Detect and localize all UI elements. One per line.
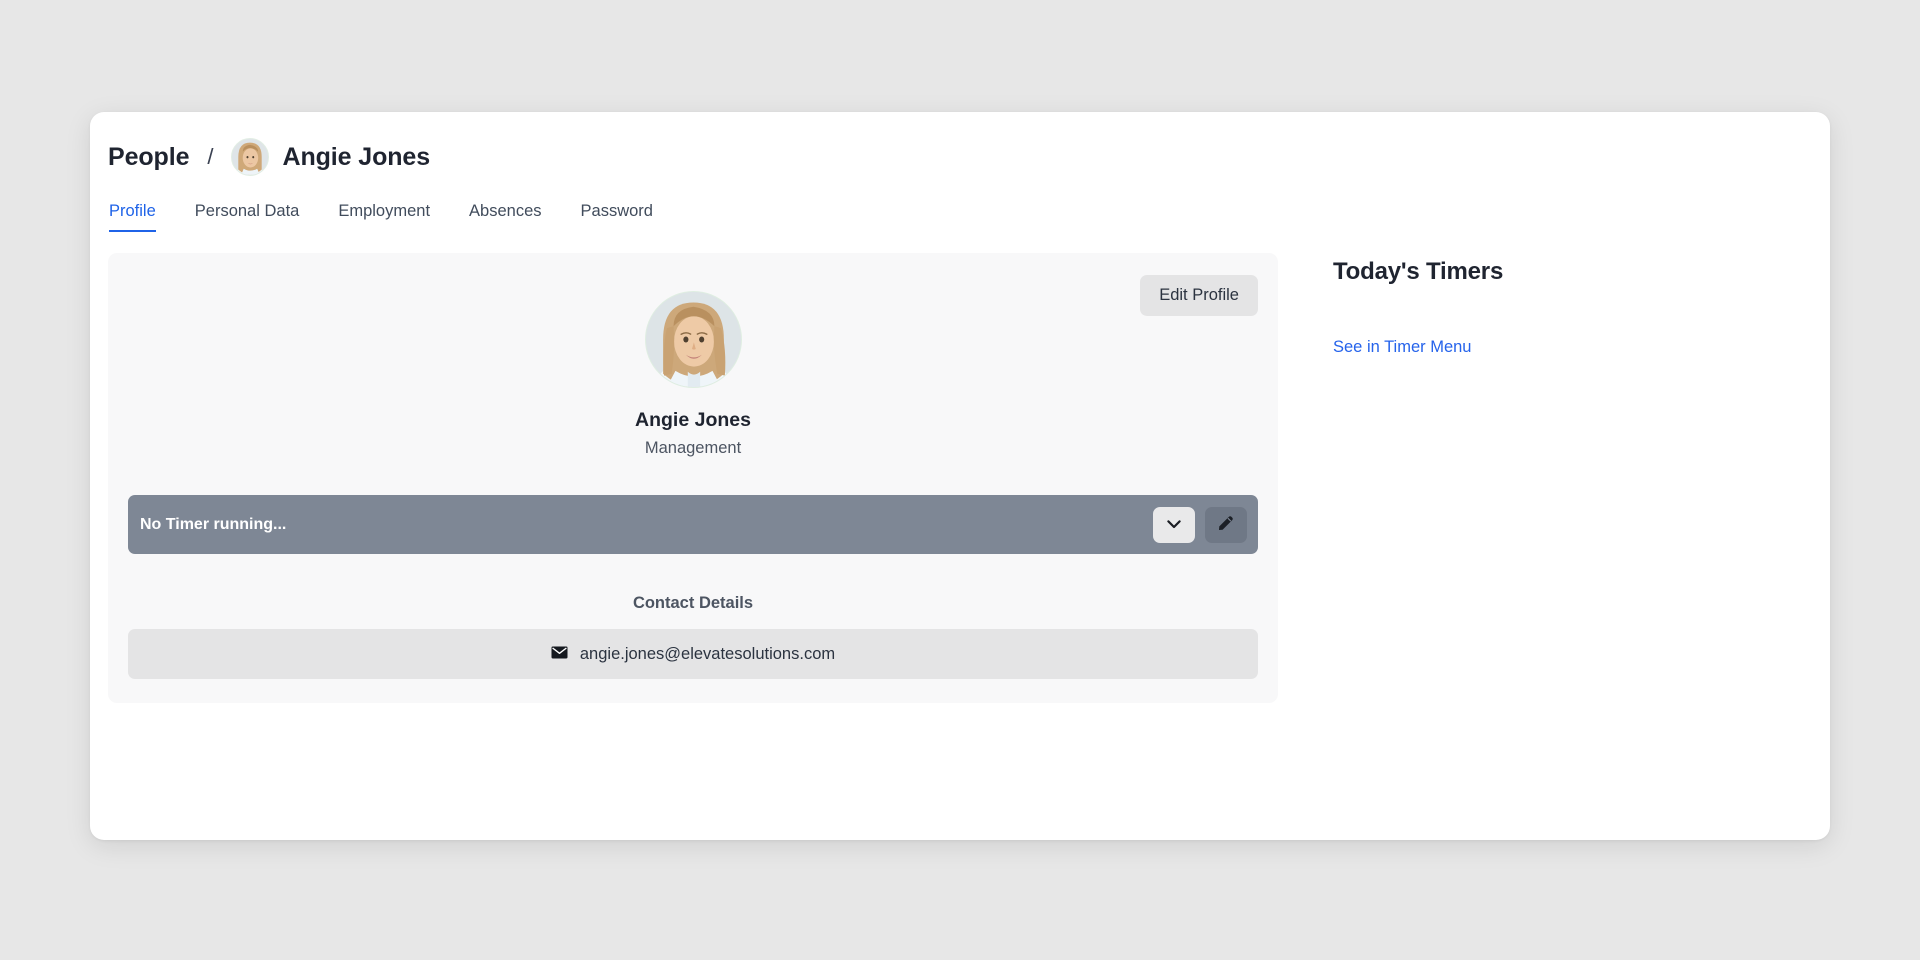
profile-avatar [644,291,742,388]
timer-actions [1153,506,1247,543]
breadcrumb-avatar [230,138,269,176]
content-area: Edit Profile Angie Jones Management No T… [90,232,1830,703]
envelope-icon [551,646,568,662]
application-window: People / Angie Jones Profile Personal Da… [90,112,1830,840]
profile-identity: Angie Jones Management [128,275,1258,458]
tab-personal-data[interactable]: Personal Data [195,202,300,232]
edit-profile-button[interactable]: Edit Profile [1140,275,1258,316]
timer-bar: No Timer running... [128,495,1258,554]
profile-name: Angie Jones [635,409,751,431]
tab-employment[interactable]: Employment [338,202,430,232]
tab-password[interactable]: Password [581,202,653,232]
breadcrumb-separator: / [207,144,214,169]
contact-details-heading: Contact Details [632,594,754,612]
profile-role: Management [644,439,742,457]
timer-expand-button[interactable] [1153,506,1195,543]
todays-timers-panel: Today's Timers See in Timer Menu [1278,253,1578,357]
contact-email-text: angie.jones@elevatesolutions.com [579,644,836,663]
tab-profile[interactable]: Profile [109,202,156,232]
breadcrumb: People / Angie Jones [90,112,1830,176]
todays-timers-title: Today's Timers [1333,258,1504,285]
tab-absences[interactable]: Absences [469,202,541,232]
contact-email-row[interactable]: angie.jones@elevatesolutions.com [128,629,1258,679]
see-in-timer-menu-link[interactable]: See in Timer Menu [1333,338,1471,357]
breadcrumb-root-people[interactable]: People [108,143,189,172]
profile-card: Edit Profile Angie Jones Management No T… [108,253,1278,703]
breadcrumb-person-name: Angie Jones [282,142,431,171]
chevron-down-icon [1167,517,1181,532]
profile-tabs: Profile Personal Data Employment Absence… [90,202,1830,232]
timer-status-text: No Timer running... [140,515,287,533]
pencil-icon [1217,514,1235,535]
timer-edit-button[interactable] [1205,506,1247,543]
